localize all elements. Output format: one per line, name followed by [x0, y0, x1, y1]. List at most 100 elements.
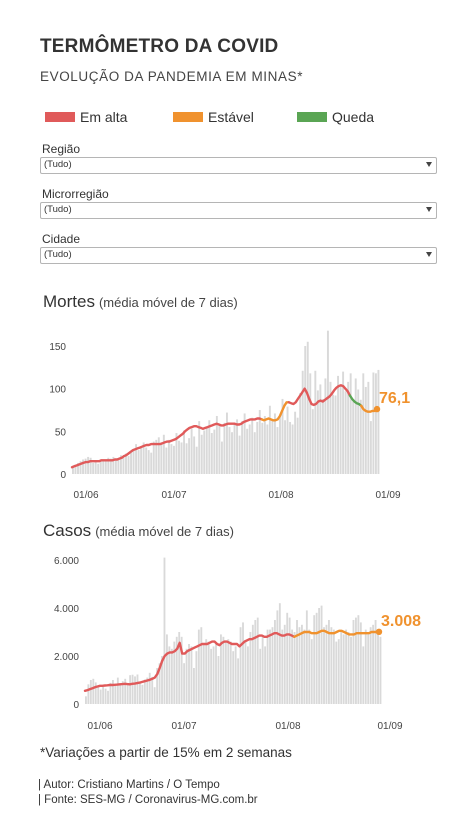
- casos-chart: 0 2.000 4.000 6.000 3.008 01/06 01/07 01/08 01/0…: [54, 556, 421, 732]
- casos-daily-bar: [197, 629, 200, 704]
- casos-daily-bar: [288, 617, 291, 704]
- mortes-daily-bar: [246, 428, 249, 474]
- casos-daily-bar: [242, 622, 244, 704]
- casos-y-tick-label: 2.000: [54, 652, 79, 663]
- mortes-daily-bar: [286, 406, 289, 474]
- casos-daily-bar: [107, 690, 109, 704]
- cidade-select[interactable]: (Tudo): [40, 247, 437, 264]
- casos-daily-bar: [259, 648, 262, 704]
- mortes-daily-bar: [299, 392, 302, 474]
- legend-label-falling: Queda: [332, 109, 375, 125]
- casos-subtitle-text: (média móvel de 7 dias): [95, 524, 234, 539]
- casos-daily-bar: [195, 651, 198, 704]
- legend-item-rising[interactable]: Em alta: [45, 109, 127, 125]
- mortes-daily-bar: [195, 446, 198, 474]
- mortes-daily-bar: [271, 419, 274, 474]
- mortes-daily-bar: [263, 415, 266, 474]
- mortes-daily-bar: [122, 457, 125, 474]
- mortes-daily-bar: [241, 421, 244, 474]
- casos-daily-bar: [308, 629, 311, 704]
- casos-daily-bar: [249, 632, 252, 704]
- casos-daily-bar: [85, 696, 87, 704]
- casos-daily-bar: [325, 624, 328, 704]
- casos-daily-bar: [247, 646, 249, 704]
- mortes-daily-bar: [301, 370, 304, 474]
- casos-daily-bar: [104, 688, 107, 704]
- mortes-daily-bar: [296, 417, 299, 474]
- mortes-daily-bar: [185, 443, 188, 474]
- casos-daily-bar: [183, 663, 186, 704]
- legend-label-stable: Estável: [208, 109, 254, 125]
- casos-daily-bar: [254, 620, 257, 704]
- casos-daily-bar: [139, 682, 141, 704]
- casos-daily-bar: [320, 605, 323, 704]
- microrregiao-select[interactable]: (Tudo): [40, 202, 437, 219]
- mortes-daily-bar: [188, 438, 191, 474]
- mortes-daily-bar: [200, 434, 203, 474]
- mortes-daily-bar: [165, 447, 168, 474]
- mortes-daily-bar: [226, 412, 228, 474]
- casos-title-text: Casos: [43, 521, 92, 540]
- casos-daily-bar: [224, 641, 227, 704]
- legend-item-falling[interactable]: Queda: [297, 109, 374, 125]
- casos-daily-bar: [367, 634, 370, 704]
- mortes-daily-bar: [145, 447, 148, 474]
- dropdown-arrow-icon: [426, 162, 432, 167]
- casos-daily-bar: [229, 641, 232, 704]
- casos-daily-bar: [256, 617, 259, 704]
- casos-daily-bar: [185, 648, 188, 704]
- casos-daily-bar: [357, 615, 360, 704]
- casos-daily-bar: [168, 646, 171, 704]
- credit-author: | Autor: Cristiano Martins / O Tempo: [38, 779, 220, 791]
- mortes-daily-bar: [160, 442, 163, 474]
- casos-daily-bar: [286, 612, 289, 704]
- mortes-daily-bar: [372, 372, 375, 474]
- casos-daily-bar: [97, 685, 100, 704]
- casos-last-value-label: 3.008: [381, 613, 421, 630]
- mortes-daily-bar: [374, 373, 377, 474]
- mortes-daily-bar: [178, 440, 180, 474]
- mortes-daily-bar: [304, 346, 307, 474]
- casos-daily-bar: [330, 627, 333, 704]
- casos-daily-bar: [264, 646, 267, 704]
- mortes-y-tick-label: 150: [49, 342, 66, 353]
- mortes-daily-bar: [354, 378, 357, 474]
- mortes-daily-bar: [102, 459, 105, 474]
- casos-daily-bar: [303, 629, 306, 704]
- mortes-daily-bar: [152, 441, 155, 474]
- mortes-daily-bar: [321, 398, 324, 474]
- casos-daily-bar: [281, 629, 284, 704]
- microrregiao-select-value: (Tudo): [44, 204, 72, 215]
- legend-item-stable[interactable]: Estável: [173, 109, 254, 125]
- casos-daily-bar: [359, 622, 362, 704]
- casos-daily-bar: [114, 686, 117, 704]
- casos-daily-bar: [315, 612, 318, 704]
- casos-daily-bar: [131, 674, 134, 704]
- regiao-select-value: (Tudo): [44, 159, 72, 170]
- regiao-select[interactable]: (Tudo): [40, 157, 437, 174]
- casos-daily-bar: [119, 684, 122, 704]
- trend-legend: Em alta Estável Queda: [45, 109, 445, 129]
- mortes-subtitle-text: (média móvel de 7 dias): [98, 295, 238, 310]
- casos-daily-bar: [89, 680, 92, 704]
- filter-label-cidade: Cidade: [42, 232, 81, 246]
- casos-daily-bar: [148, 672, 151, 704]
- legend-label-rising: Em alta: [80, 109, 128, 125]
- mortes-x-tick-label: 01/09: [375, 490, 400, 501]
- mortes-daily-bar: [170, 444, 173, 474]
- mortes-daily-bar: [218, 425, 221, 474]
- mortes-daily-bar: [236, 419, 239, 474]
- mortes-daily-bar: [190, 428, 193, 474]
- casos-daily-bar: [355, 617, 357, 704]
- mortes-daily-bar: [172, 445, 175, 474]
- mortes-daily-bar: [203, 430, 206, 474]
- casos-daily-bar: [134, 676, 136, 704]
- casos-daily-bar: [301, 624, 303, 704]
- mortes-daily-bar: [127, 456, 130, 474]
- casos-daily-bar: [222, 636, 225, 704]
- mortes-daily-bar: [114, 460, 117, 474]
- casos-daily-bar: [244, 641, 247, 704]
- casos-daily-bar: [369, 627, 372, 704]
- mortes-daily-bar: [314, 370, 317, 474]
- mortes-daily-bar: [162, 434, 165, 474]
